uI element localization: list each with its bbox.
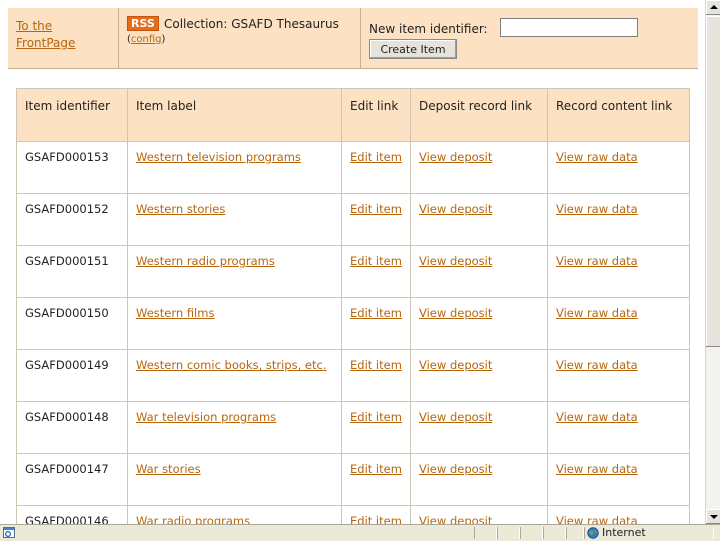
vertical-scrollbar[interactable] bbox=[705, 0, 720, 524]
item-identifier: GSAFD000152 bbox=[16, 193, 128, 246]
view-deposit-link[interactable]: View deposit bbox=[419, 410, 492, 424]
view-deposit-link[interactable]: View deposit bbox=[419, 514, 492, 524]
table-row: GSAFD000153 Western television programs … bbox=[16, 141, 690, 194]
edit-item-link[interactable]: Edit item bbox=[350, 202, 402, 216]
items-table: Item identifier Item label Edit link Dep… bbox=[16, 88, 690, 524]
view-raw-data-link[interactable]: View raw data bbox=[556, 410, 638, 424]
view-raw-data-link[interactable]: View raw data bbox=[556, 358, 638, 372]
edit-item-link[interactable]: Edit item bbox=[350, 462, 402, 476]
column-header: Item identifier bbox=[16, 88, 128, 142]
page-content: To the FrontPage RSS Collection: GSAFD T… bbox=[8, 8, 698, 524]
view-raw-data-link[interactable]: View raw data bbox=[556, 462, 638, 476]
new-item-identifier-input[interactable] bbox=[500, 18, 638, 37]
config-link[interactable]: config bbox=[131, 34, 162, 45]
edit-item-link[interactable]: Edit item bbox=[350, 410, 402, 424]
view-deposit-link[interactable]: View deposit bbox=[419, 202, 492, 216]
item-identifier: GSAFD000148 bbox=[16, 401, 128, 454]
arrow-up-icon bbox=[710, 5, 718, 9]
view-raw-data-link[interactable]: View raw data bbox=[556, 514, 638, 524]
item-identifier: GSAFD000149 bbox=[16, 349, 128, 402]
table-row: GSAFD000148 War television programs Edit… bbox=[16, 401, 690, 454]
table-row: GSAFD000151 Western radio programs Edit … bbox=[16, 245, 690, 298]
view-raw-data-link[interactable]: View raw data bbox=[556, 306, 638, 320]
config-close-paren: ) bbox=[161, 34, 166, 45]
column-header: Item label bbox=[127, 88, 342, 142]
create-item-button[interactable]: Create Item bbox=[369, 39, 457, 59]
scrollbar-thumb[interactable] bbox=[706, 16, 720, 347]
edit-item-link[interactable]: Edit item bbox=[350, 254, 402, 268]
scroll-down-button[interactable] bbox=[706, 509, 720, 524]
view-deposit-link[interactable]: View deposit bbox=[419, 462, 492, 476]
rss-feed-icon[interactable]: RSS bbox=[127, 16, 159, 31]
security-zone-label: Internet bbox=[602, 526, 646, 539]
view-deposit-link[interactable]: View deposit bbox=[419, 150, 492, 164]
item-label-link[interactable]: Western stories bbox=[136, 202, 225, 216]
edit-item-link[interactable]: Edit item bbox=[350, 514, 402, 524]
item-label-link[interactable]: Western films bbox=[136, 306, 214, 320]
browser-status-bar: Internet bbox=[0, 524, 720, 541]
status-segment bbox=[520, 527, 543, 539]
status-segment bbox=[566, 527, 584, 539]
status-segment bbox=[543, 527, 566, 539]
config-wrapper: (config) bbox=[127, 34, 165, 45]
view-deposit-link[interactable]: View deposit bbox=[419, 358, 492, 372]
ie-page-icon bbox=[3, 527, 15, 538]
edit-item-link[interactable]: Edit item bbox=[350, 306, 402, 320]
page-header: To the FrontPage RSS Collection: GSAFD T… bbox=[8, 8, 698, 69]
table-row: GSAFD000146 War radio programs Edit item… bbox=[16, 505, 690, 524]
item-label-link[interactable]: Western television programs bbox=[136, 150, 301, 164]
globe-icon bbox=[587, 527, 599, 539]
collection-title: Collection: GSAFD Thesaurus bbox=[164, 17, 339, 31]
table-row: GSAFD000147 War stories Edit item View d… bbox=[16, 453, 690, 506]
column-header: Record content link bbox=[547, 88, 690, 142]
header-collection-cell: RSS Collection: GSAFD Thesaurus (config) bbox=[119, 8, 361, 68]
item-identifier: GSAFD000153 bbox=[16, 141, 128, 194]
item-identifier: GSAFD000150 bbox=[16, 297, 128, 350]
new-item-label: New item identifier: bbox=[369, 22, 488, 36]
item-label-link[interactable]: Western comic books, strips, etc. bbox=[136, 358, 326, 372]
header-new-item-cell: New item identifier: Create Item bbox=[361, 8, 698, 68]
status-segment bbox=[474, 527, 497, 539]
view-raw-data-link[interactable]: View raw data bbox=[556, 202, 638, 216]
edit-item-link[interactable]: Edit item bbox=[350, 150, 402, 164]
column-header: Deposit record link bbox=[410, 88, 548, 142]
view-deposit-link[interactable]: View deposit bbox=[419, 306, 492, 320]
arrow-down-icon bbox=[710, 515, 718, 519]
view-deposit-link[interactable]: View deposit bbox=[419, 254, 492, 268]
view-raw-data-link[interactable]: View raw data bbox=[556, 254, 638, 268]
item-label-link[interactable]: War radio programs bbox=[136, 514, 250, 524]
front-page-link[interactable]: To the FrontPage bbox=[16, 18, 112, 52]
edit-item-link[interactable]: Edit item bbox=[350, 358, 402, 372]
item-label-link[interactable]: Western radio programs bbox=[136, 254, 275, 268]
table-row: GSAFD000152 Western stories Edit item Vi… bbox=[16, 193, 690, 246]
header-nav-cell: To the FrontPage bbox=[8, 8, 119, 68]
item-label-link[interactable]: War stories bbox=[136, 462, 201, 476]
scroll-up-button[interactable] bbox=[706, 0, 720, 15]
table-header-row: Item identifier Item label Edit link Dep… bbox=[16, 88, 690, 142]
item-identifier: GSAFD000146 bbox=[16, 505, 128, 524]
status-segment bbox=[497, 527, 520, 539]
table-row: GSAFD000149 Western comic books, strips,… bbox=[16, 349, 690, 402]
column-header: Edit link bbox=[341, 88, 411, 142]
item-label-link[interactable]: War television programs bbox=[136, 410, 276, 424]
item-identifier: GSAFD000151 bbox=[16, 245, 128, 298]
view-raw-data-link[interactable]: View raw data bbox=[556, 150, 638, 164]
item-identifier: GSAFD000147 bbox=[16, 453, 128, 506]
table-row: GSAFD000150 Western films Edit item View… bbox=[16, 297, 690, 350]
